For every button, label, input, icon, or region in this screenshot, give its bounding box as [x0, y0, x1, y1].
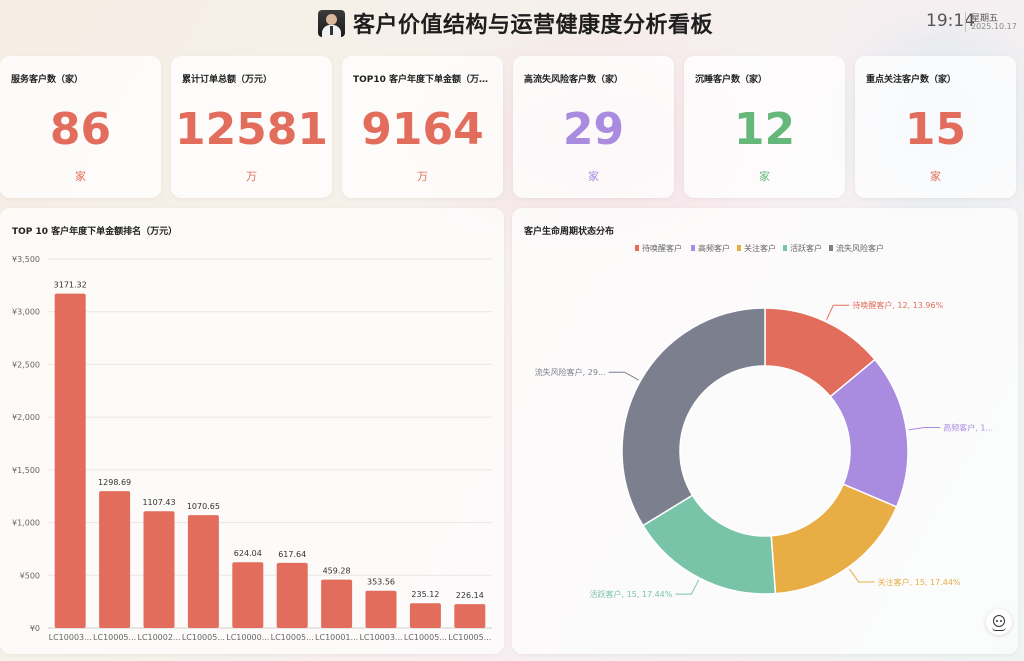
donut-chart: 待唤醒客户 高频客户 关注客户 活跃客户 流失风险客户待唤醒客户, 12, 13.96%… [535, 243, 993, 599]
kpi-label: 沉睡客户数（家） [695, 75, 768, 85]
pie-chart-title: 客户生命周期状态分布 [524, 227, 615, 237]
y-tick-label: ¥2,000 [12, 413, 40, 422]
slice-label: 活跃客户, 15, 17.44% [590, 589, 673, 599]
x-tick-label: LC10005... [271, 633, 314, 642]
kpi-value: 15 [904, 104, 967, 155]
bar[interactable] [365, 590, 397, 628]
y-tick-label: ¥1,500 [12, 466, 40, 475]
y-tick-label: ¥1,000 [12, 519, 40, 528]
kpi-label: 服务客户数（家） [11, 75, 84, 85]
x-tick-label: LC10005... [448, 633, 491, 642]
legend-item[interactable]: 活跃客户 [790, 243, 822, 253]
pie-chart-panel: 客户生命周期状态分布 待唤醒客户 高频客户 关注客户 活跃客户 流失风险客户待唤醒客户,… [512, 208, 1018, 654]
kpi-value: 29 [562, 104, 625, 155]
slice-label: 流失风险客户, 29... [535, 367, 606, 377]
bar-value-label: 1298.69 [98, 478, 131, 487]
bar-value-label: 226.14 [456, 591, 484, 600]
y-tick-label: ¥2,500 [12, 360, 40, 369]
x-tick-label: LC10000... [226, 633, 269, 642]
legend-item[interactable]: 待唤醒客户 [642, 243, 682, 253]
y-tick-label: ¥0 [30, 624, 40, 633]
kpi-value: 12581 [174, 104, 329, 155]
kpi-card-dormant: 沉睡客户数（家） 12 家 [684, 56, 845, 198]
page-title: 客户价值结构与运营健康度分析看板 [353, 13, 714, 38]
slice-leader-line [608, 371, 639, 381]
bar[interactable] [232, 562, 264, 628]
assistant-icon [993, 615, 1005, 627]
bar[interactable] [409, 603, 441, 628]
x-tick-label: LC10003... [49, 633, 92, 642]
clock-time: 19:14 [926, 11, 975, 31]
kpi-label: TOP10 客户年度下单金额（万元） [353, 75, 493, 85]
legend-swatch [737, 245, 741, 251]
slice-leader-line [826, 304, 850, 320]
bar[interactable] [99, 491, 131, 628]
bar-value-label: 624.04 [234, 549, 262, 558]
kpi-card-churn-risk: 高流失风险客户数（家） 29 家 [513, 56, 674, 198]
avatar [318, 9, 345, 37]
legend-swatch [783, 245, 787, 251]
y-tick-label: ¥500 [20, 571, 40, 580]
kpi-value: 86 [49, 104, 112, 155]
bar-chart: ¥0 ¥500 ¥1,000 ¥1,500 ¥2,000 ¥2,500 ¥3,000 ¥3,5… [12, 255, 492, 642]
bar-value-label: 617.64 [278, 550, 306, 559]
slice-leader-line [675, 579, 700, 595]
x-tick-label: LC10005... [404, 633, 447, 642]
kpi-card-service-customers: 服务客户数（家） 86 家 [0, 56, 161, 198]
kpi-unit: 万 [246, 170, 257, 183]
slice-label: 待唤醒客户, 12, 13.96% [852, 300, 943, 310]
kpi-value: 9164 [361, 104, 484, 155]
donut-slice[interactable] [621, 307, 766, 527]
kpi-card-top10-amount: TOP10 客户年度下单金额（万元） 9164 万 [342, 56, 503, 198]
clock-date: 2025.10.17 [971, 22, 1017, 31]
header: 客户价值结构与运营健康度分析看板 19:14 星期五 2025.10.17 [0, 0, 1024, 50]
bar[interactable] [54, 293, 86, 628]
x-tick-label: LC10002... [137, 633, 180, 642]
y-tick-label: ¥3,000 [12, 308, 40, 317]
x-tick-label: LC10005... [93, 633, 136, 642]
kpi-value: 12 [733, 104, 796, 155]
kpi-label: 累计订单总额（万元） [182, 75, 273, 85]
kpi-card-key-focus: 重点关注客户数（家） 15 家 [855, 56, 1016, 198]
slice-label: 高频客户, 1... [943, 423, 993, 433]
y-tick-label: ¥3,500 [12, 255, 40, 264]
bar[interactable] [276, 562, 308, 628]
slice-label: 关注客户, 15, 17.44% [878, 577, 961, 587]
legend-swatch [635, 245, 639, 251]
clock-divider [965, 12, 966, 32]
kpi-label: 重点关注客户数（家） [866, 75, 957, 85]
bar[interactable] [187, 515, 219, 628]
x-tick-label: LC10001... [315, 633, 358, 642]
bar-chart-panel: TOP 10 客户年度下单金额排名（万元） ¥0 ¥500 ¥1,000 ¥1,500… [0, 208, 504, 654]
slice-leader-line [848, 568, 875, 583]
kpi-card-total-orders: 累计订单总额（万元） 12581 万 [171, 56, 332, 198]
legend-swatch [829, 245, 833, 251]
bar-value-label: 353.56 [367, 578, 395, 587]
legend-swatch [691, 245, 695, 251]
kpi-unit: 万 [417, 170, 428, 183]
kpi-unit: 家 [588, 170, 599, 183]
legend-item[interactable]: 流失风险客户 [836, 243, 884, 253]
kpi-label: 高流失风险客户数（家） [524, 75, 624, 85]
bar[interactable] [143, 511, 175, 628]
bar-value-label: 459.28 [323, 567, 351, 576]
bar-value-label: 235.12 [411, 590, 439, 599]
bar-value-label: 3171.32 [54, 281, 87, 290]
kpi-unit: 家 [75, 170, 86, 183]
bar-chart-title: TOP 10 客户年度下单金额排名（万元） [12, 227, 178, 237]
x-tick-label: LC10005... [182, 633, 225, 642]
assistant-button[interactable] [986, 609, 1012, 635]
title-wrap: 客户价值结构与运营健康度分析看板 [318, 8, 713, 38]
bar[interactable] [321, 579, 353, 628]
slice-leader-line [908, 427, 941, 431]
bar-value-label: 1070.65 [187, 502, 220, 511]
kpi-unit: 家 [930, 170, 941, 183]
kpi-unit: 家 [759, 170, 770, 183]
x-tick-label: LC10003... [359, 633, 402, 642]
legend-item[interactable]: 高频客户 [698, 243, 730, 253]
legend-item[interactable]: 关注客户 [744, 243, 776, 253]
bar[interactable] [454, 604, 486, 628]
bar-value-label: 1107.43 [142, 498, 175, 507]
